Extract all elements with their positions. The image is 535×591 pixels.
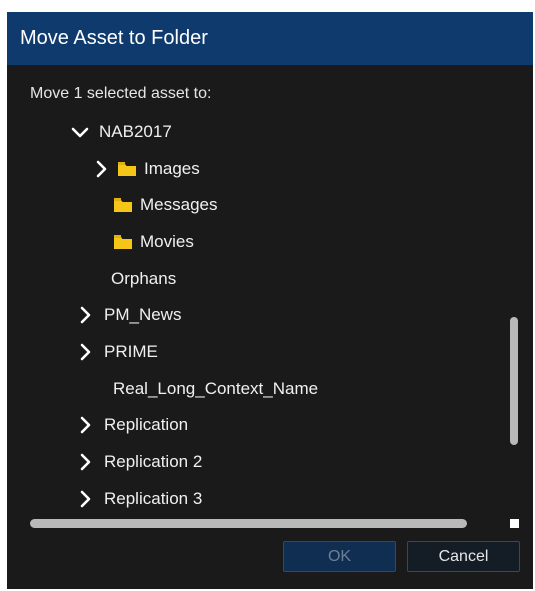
- folder-tree: NAB2017 Images Messages Movies Orphans P…: [7, 116, 507, 518]
- tree-item-label: Messages: [140, 195, 218, 214]
- tree-item-replication-3[interactable]: Replication 3: [76, 485, 202, 513]
- chevron-right-icon[interactable]: [76, 306, 94, 324]
- tree-item-replication-2[interactable]: Replication 2: [76, 448, 202, 476]
- cancel-button[interactable]: Cancel: [407, 541, 520, 572]
- tree-item-label: Replication 3: [104, 489, 203, 508]
- tree-item-orphans[interactable]: Orphans: [111, 265, 176, 293]
- tree-item-label: Images: [144, 159, 200, 178]
- tree-item-label: Replication: [104, 415, 189, 434]
- tree-item-movies[interactable]: Movies: [114, 228, 194, 256]
- tree-item-real-long-context-name[interactable]: Real_Long_Context_Name: [113, 375, 318, 403]
- resize-corner: [510, 519, 519, 528]
- vertical-scrollbar[interactable]: [510, 317, 518, 445]
- dialog-titlebar: Move Asset to Folder: [7, 12, 533, 65]
- chevron-right-icon[interactable]: [92, 160, 110, 178]
- move-prompt: Move 1 selected asset to:: [30, 85, 212, 102]
- tree-item-replication[interactable]: Replication: [76, 411, 188, 439]
- tree-item-label: Orphans: [111, 269, 177, 288]
- tree-item-messages[interactable]: Messages: [114, 191, 217, 219]
- folder-icon: [114, 235, 132, 249]
- chevron-right-icon[interactable]: [76, 343, 94, 361]
- chevron-down-icon[interactable]: [71, 123, 89, 141]
- move-asset-dialog: Move Asset to Folder Move 1 selected ass…: [7, 12, 533, 589]
- tree-item-label: PM_News: [104, 305, 182, 324]
- chevron-right-icon[interactable]: [76, 453, 94, 471]
- folder-icon: [118, 162, 136, 176]
- horizontal-scrollbar[interactable]: [30, 519, 467, 528]
- tree-item-pm-news[interactable]: PM_News: [76, 301, 181, 329]
- tree-item-label: Real_Long_Context_Name: [113, 379, 319, 398]
- dialog-title: Move Asset to Folder: [20, 27, 208, 49]
- tree-item-prime[interactable]: PRIME: [76, 338, 158, 366]
- tree-item-label: NAB2017: [99, 122, 172, 141]
- folder-icon: [114, 198, 132, 212]
- tree-item-label: PRIME: [104, 342, 158, 361]
- tree-item-images[interactable]: Images: [92, 155, 200, 183]
- tree-item-label: Replication 2: [104, 452, 203, 471]
- chevron-right-icon[interactable]: [76, 490, 94, 508]
- tree-item-label: Movies: [140, 232, 194, 251]
- tree-item-nab2017[interactable]: NAB2017: [71, 118, 172, 146]
- chevron-right-icon[interactable]: [76, 416, 94, 434]
- ok-button[interactable]: OK: [283, 541, 396, 572]
